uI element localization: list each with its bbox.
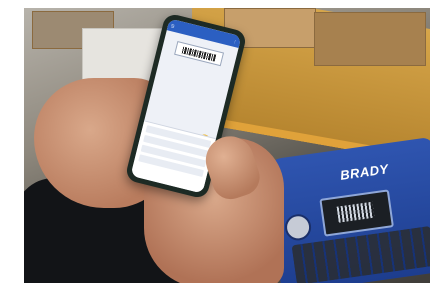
printer-brand-logo: BRADY <box>339 161 390 183</box>
printer-keyboard <box>291 225 430 283</box>
barcode-graphic <box>181 46 217 62</box>
cardboard-box <box>314 12 426 66</box>
menu-icon: ☰ <box>170 22 176 29</box>
settings-panel <box>130 120 217 194</box>
more-icon: ⋮ <box>232 38 238 44</box>
label-preview <box>174 41 225 67</box>
printer-display <box>319 189 394 237</box>
label-printer: BRADY <box>263 136 430 283</box>
printer-dpad <box>283 212 313 242</box>
photo-frame: BRADY ☰ ⋮ <box>24 8 430 283</box>
